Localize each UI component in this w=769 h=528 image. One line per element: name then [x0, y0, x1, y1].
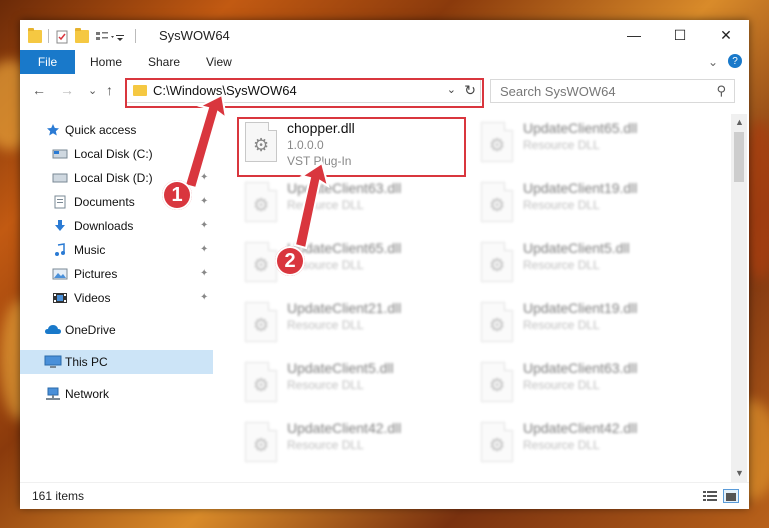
step-badge-one: 1	[162, 180, 192, 210]
step-badge-two: 2	[275, 246, 305, 276]
arrow-one	[183, 93, 228, 190]
annotation-arrows	[183, 93, 330, 250]
arrow-two	[293, 161, 330, 250]
